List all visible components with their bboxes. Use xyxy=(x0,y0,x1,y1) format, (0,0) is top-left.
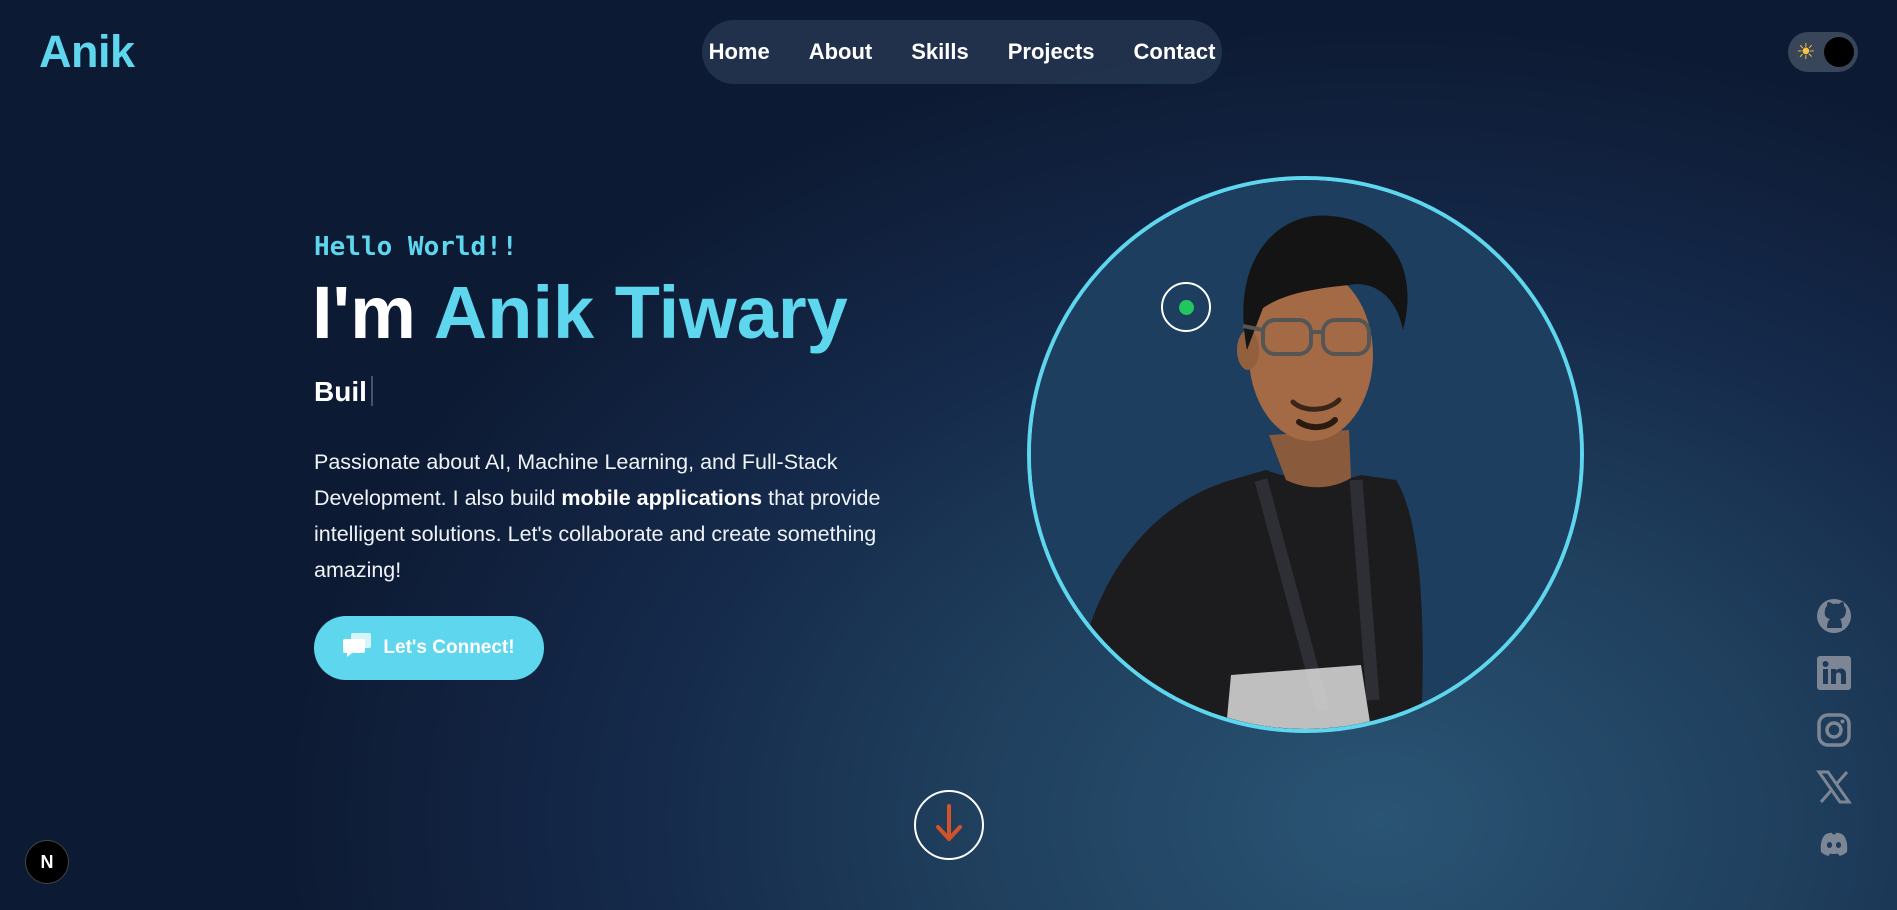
heading-name: Anik Tiwary xyxy=(433,271,848,354)
toggle-knob xyxy=(1824,37,1854,67)
typed-text: Buil xyxy=(314,376,367,407)
instagram-icon[interactable] xyxy=(1816,712,1852,748)
hero-description: Passionate about AI, Machine Learning, a… xyxy=(314,444,934,588)
typing-caret xyxy=(370,376,373,406)
connect-button[interactable]: Let's Connect! xyxy=(314,616,544,680)
chat-icon xyxy=(343,633,372,663)
github-icon[interactable] xyxy=(1816,598,1852,634)
arrow-down-icon xyxy=(934,803,964,847)
site-logo[interactable]: Anik xyxy=(39,26,135,78)
hero-heading: I'm Anik Tiwary xyxy=(312,276,848,350)
profile-photo xyxy=(1027,176,1584,733)
nav-skills[interactable]: Skills xyxy=(911,39,968,65)
nav-home[interactable]: Home xyxy=(709,39,770,65)
typed-role: Buil xyxy=(314,376,373,408)
theme-toggle[interactable]: ☀ xyxy=(1788,32,1858,72)
heading-prefix: I'm xyxy=(312,271,416,354)
description-highlight: mobile applications xyxy=(561,486,763,510)
linkedin-icon[interactable] xyxy=(1816,655,1852,691)
discord-icon[interactable] xyxy=(1816,826,1852,862)
nav-contact[interactable]: Contact xyxy=(1134,39,1216,65)
nextjs-dev-badge[interactable]: N xyxy=(25,840,69,884)
scroll-down-button[interactable] xyxy=(914,790,984,860)
sun-icon: ☀ xyxy=(1796,39,1816,64)
nav-about[interactable]: About xyxy=(809,39,873,65)
greeting-text: Hello World!! xyxy=(314,232,518,262)
status-dot xyxy=(1178,299,1194,315)
x-icon[interactable] xyxy=(1816,769,1852,805)
social-links xyxy=(1814,598,1854,862)
main-nav: Home About Skills Projects Contact xyxy=(702,20,1222,84)
online-status-indicator xyxy=(1161,282,1211,332)
nav-projects[interactable]: Projects xyxy=(1008,39,1095,65)
connect-button-label: Let's Connect! xyxy=(383,637,515,658)
